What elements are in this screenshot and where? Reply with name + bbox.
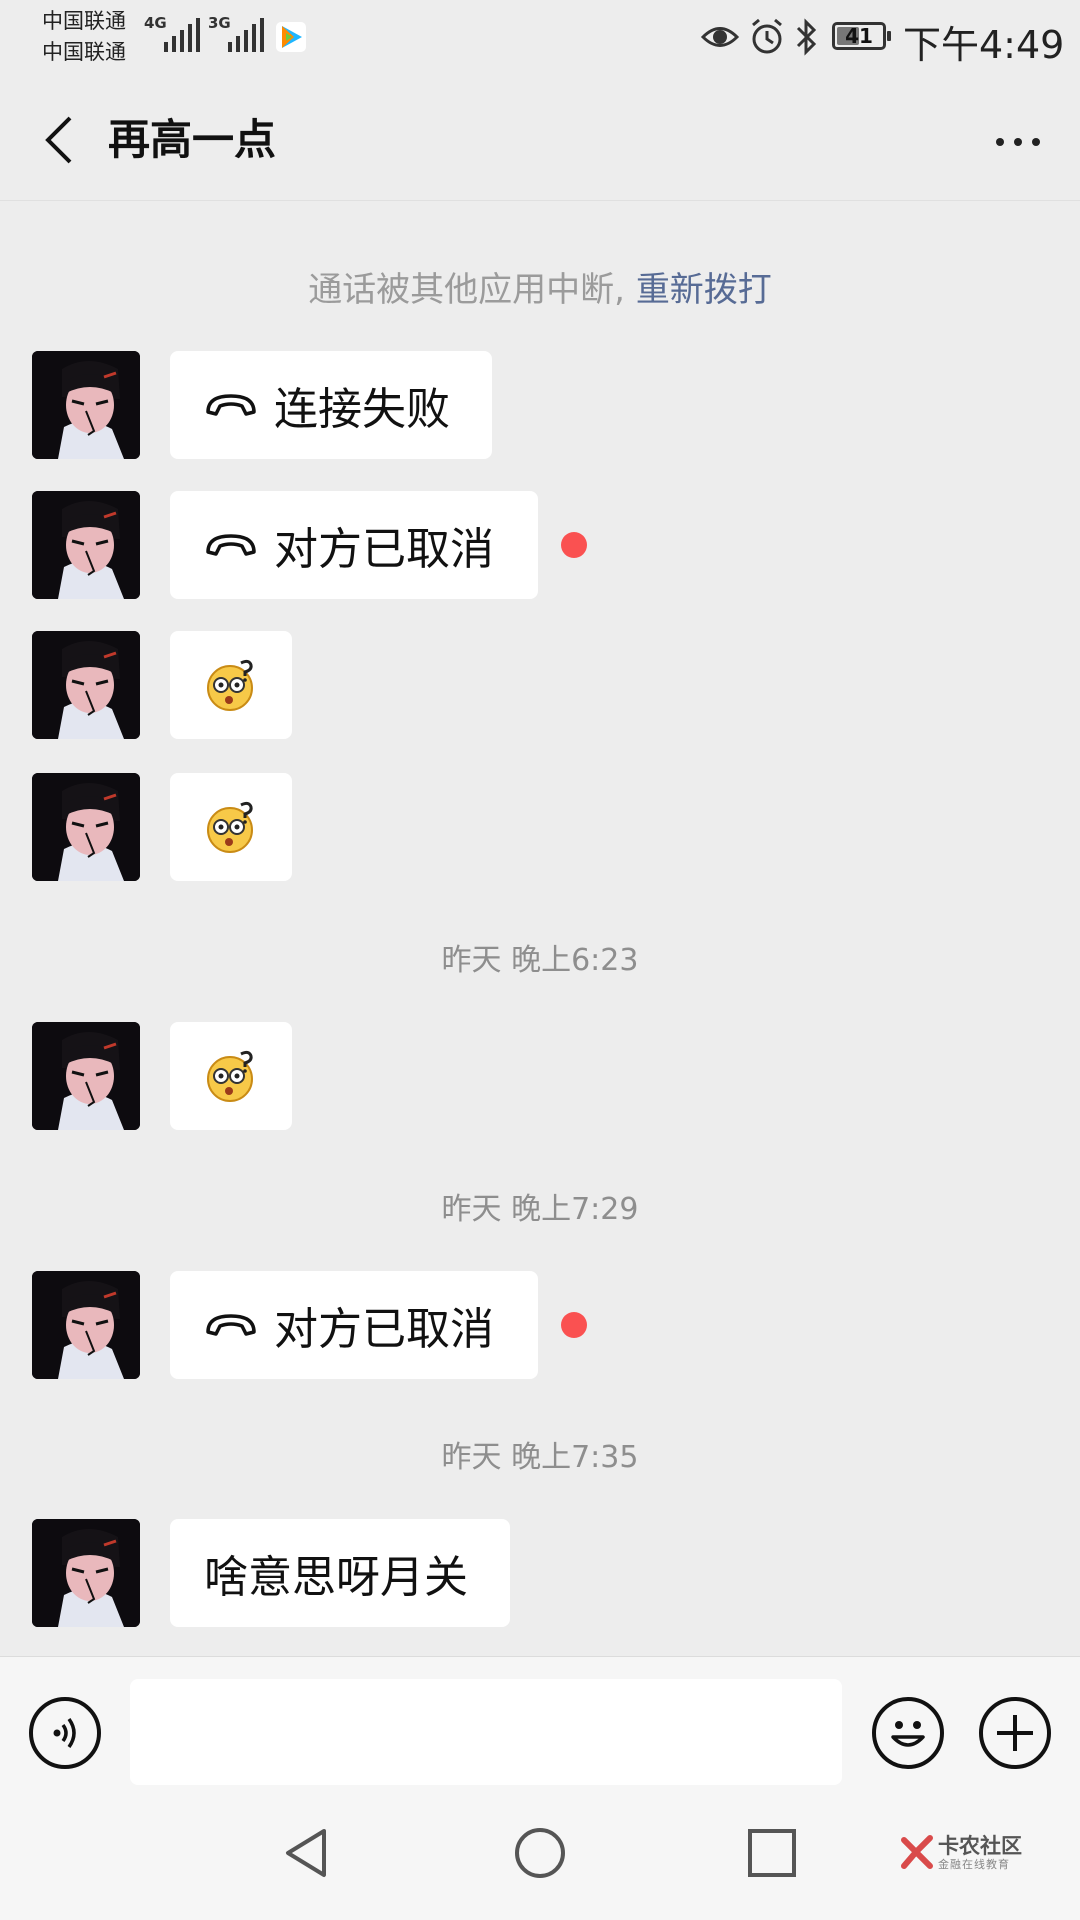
unread-dot [561, 1312, 587, 1338]
avatar[interactable] [32, 491, 140, 599]
nav-recents-icon[interactable] [744, 1825, 800, 1881]
battery-icon: 41 [832, 22, 891, 50]
watermark-subtitle: 金融在线教育 [938, 1858, 1010, 1871]
smiley-icon[interactable] [872, 1697, 944, 1769]
message-text: 啥意思呀月关 [204, 1552, 468, 1603]
call-status-text: 对方已取消 [274, 1304, 494, 1355]
avatar[interactable] [32, 631, 140, 739]
alarm-icon [752, 18, 782, 54]
battery-level: 41 [845, 24, 873, 48]
call-status-text: 连接失败 [274, 384, 450, 435]
call-message-bubble[interactable]: 对方已取消 [170, 1271, 538, 1379]
phone-hangup-icon [206, 394, 256, 416]
phone-hangup-icon [206, 534, 256, 556]
text-message-bubble[interactable]: 啥意思呀月关 [170, 1519, 510, 1627]
chat-header: 再高一点 [0, 80, 1080, 201]
message-input[interactable] [130, 1679, 842, 1785]
redial-link[interactable]: 重新拨打 [636, 270, 772, 310]
emoji-message-bubble[interactable] [170, 773, 292, 881]
status-clock: 下午4:49 [903, 23, 1065, 67]
status-bar: 中国联通 中国联通 4G 3G 41 下午4:49 [0, 0, 1080, 80]
call-message-bubble[interactable]: 连接失败 [170, 351, 492, 459]
timestamp: 昨天 晚上7:29 [441, 1192, 639, 1227]
carrier-1-label: 中国联通 [42, 9, 126, 33]
nav-back-icon[interactable] [280, 1825, 332, 1881]
call-message-bubble[interactable]: 对方已取消 [170, 491, 538, 599]
system-notice-text: 通话被其他应用中断, [308, 270, 636, 310]
avatar[interactable] [32, 1022, 140, 1130]
timestamp: 昨天 晚上6:23 [441, 943, 639, 978]
plus-icon[interactable] [979, 1697, 1051, 1769]
chat-title: 再高一点 [108, 115, 277, 164]
nav-home-icon[interactable] [512, 1825, 568, 1881]
avatar[interactable] [32, 351, 140, 459]
chevron-left-icon[interactable] [30, 108, 94, 172]
avatar[interactable] [32, 1271, 140, 1379]
eye-icon [700, 27, 740, 47]
phone-hangup-icon [206, 1314, 256, 1336]
carrier-2-label: 中国联通 [42, 40, 126, 64]
dizzy-question-face-icon [207, 1050, 253, 1102]
video-app-icon [276, 22, 306, 52]
emoji-message-bubble[interactable] [170, 1022, 292, 1130]
signal-1-icon [164, 18, 200, 52]
chat-input-bar [0, 1656, 1080, 1792]
system-notice: 通话被其他应用中断, 重新拨打 [0, 262, 1080, 311]
more-dots-icon[interactable] [986, 108, 1050, 172]
unread-dot [561, 532, 587, 558]
watermark-logo: 卡农社区 金融在线教育 [900, 1830, 1050, 1876]
bluetooth-icon [796, 18, 817, 56]
avatar[interactable] [32, 1519, 140, 1627]
signal-2-icon [228, 18, 264, 52]
dizzy-question-face-icon [207, 659, 253, 711]
call-status-text: 对方已取消 [274, 524, 494, 575]
voice-icon[interactable] [29, 1697, 101, 1769]
timestamp: 昨天 晚上7:35 [441, 1440, 639, 1475]
dizzy-question-face-icon [207, 801, 253, 853]
avatar[interactable] [32, 773, 140, 881]
emoji-message-bubble[interactable] [170, 631, 292, 739]
